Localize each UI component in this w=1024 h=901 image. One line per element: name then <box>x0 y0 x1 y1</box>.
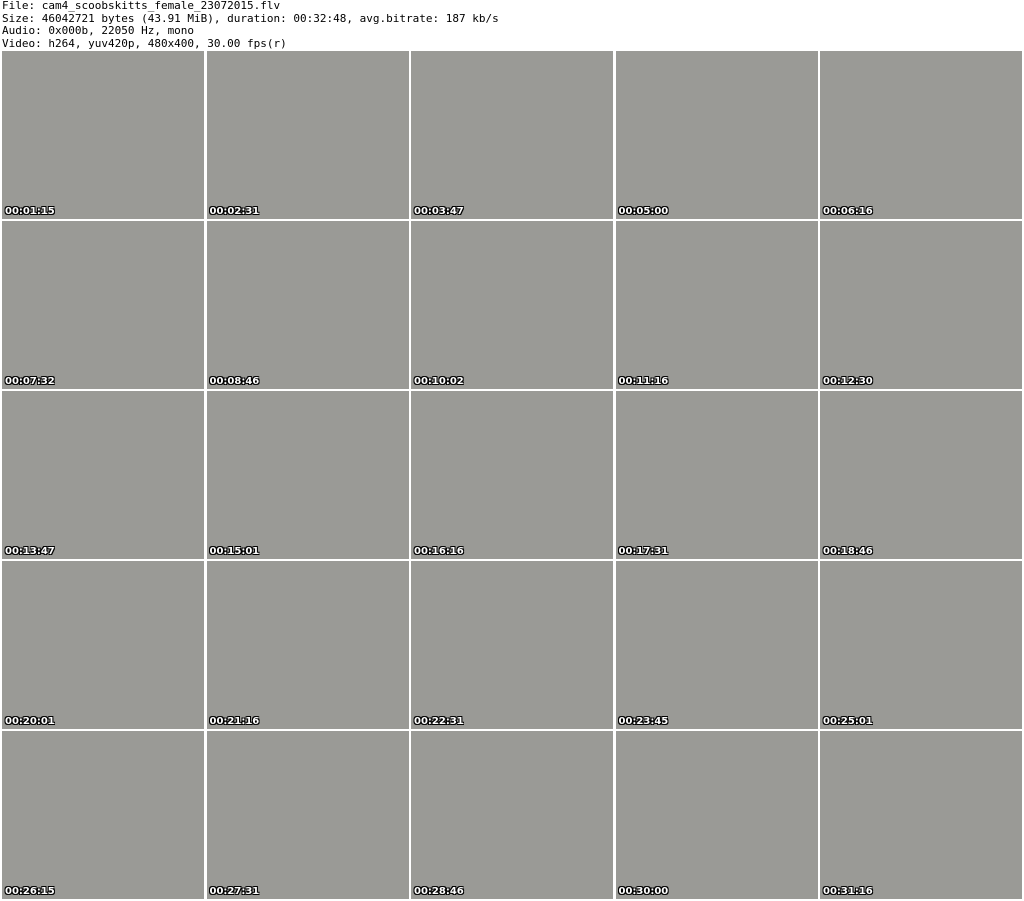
timestamp-label: 00:21:16 <box>209 715 260 727</box>
thumbnail-placeholder: 00:03:47 <box>411 51 613 219</box>
timestamp-label: 00:11:16 <box>618 375 669 387</box>
thumbnail-placeholder: 00:01:15 <box>2 51 204 219</box>
timestamp-label: 00:10:02 <box>414 375 464 387</box>
timestamp-label: 00:07:32 <box>5 375 55 387</box>
timestamp-label: 00:16:16 <box>414 545 464 557</box>
thumbnail-placeholder: 00:21:16 <box>206 561 409 729</box>
thumbnail-placeholder: 00:27:31 <box>206 731 409 899</box>
thumbnail-placeholder: 00:16:16 <box>411 391 613 559</box>
timestamp-label: 00:25:01 <box>823 715 873 727</box>
thumbnail-placeholder: 00:07:32 <box>2 221 204 389</box>
timestamp-label: 00:03:47 <box>414 205 464 217</box>
thumbnail-grid: 00:01:15 00:02:31 00:03:47 00:05:00 00:06:16… <box>0 51 1024 899</box>
thumbnail-placeholder: 00:25:01 <box>820 561 1022 729</box>
timestamp-label: 00:30:00 <box>618 885 669 897</box>
thumbnail-placeholder: 00:26:15 <box>2 731 204 899</box>
thumbnail-placeholder: 00:20:01 <box>2 561 204 729</box>
timestamp-label: 00:13:47 <box>5 545 55 557</box>
timestamp-label: 00:02:31 <box>209 205 260 217</box>
timestamp-label: 00:27:31 <box>209 885 260 897</box>
timestamp-label: 00:05:00 <box>618 205 669 217</box>
thumbnail-placeholder: 00:02:31 <box>206 51 409 219</box>
thumbnail-placeholder: 00:23:45 <box>615 561 818 729</box>
timestamp-label: 00:08:46 <box>209 375 260 387</box>
thumbnail-placeholder: 00:17:31 <box>615 391 818 559</box>
timestamp-label: 00:18:46 <box>823 545 873 557</box>
thumbnail-placeholder: 00:06:16 <box>820 51 1022 219</box>
file-info: File: cam4_scoobskitts_female_23072015.f… <box>2 0 499 50</box>
timestamp-label: 00:31:16 <box>823 885 873 897</box>
thumbnail-placeholder: 00:18:46 <box>820 391 1022 559</box>
thumbnail-placeholder: 00:22:31 <box>411 561 613 729</box>
thumbnail-placeholder: 00:05:00 <box>615 51 818 219</box>
timestamp-label: 00:15:01 <box>209 545 260 557</box>
timestamp-label: 00:22:31 <box>414 715 464 727</box>
timestamp-label: 00:01:15 <box>5 205 55 217</box>
thumbnail-placeholder: 00:28:46 <box>411 731 613 899</box>
thumbnail-placeholder: 00:11:16 <box>615 221 818 389</box>
thumbnail-placeholder: 00:15:01 <box>206 391 409 559</box>
timestamp-label: 00:23:45 <box>618 715 669 727</box>
thumbnail-placeholder: 00:10:02 <box>411 221 613 389</box>
timestamp-label: 00:28:46 <box>414 885 464 897</box>
thumbnail-placeholder: 00:31:16 <box>820 731 1022 899</box>
timestamp-label: 00:17:31 <box>618 545 669 557</box>
timestamp-label: 00:12:30 <box>823 375 873 387</box>
audio-line: Audio: 0x000b, 22050 Hz, mono <box>2 24 195 37</box>
file-line: File: cam4_scoobskitts_female_23072015.f… <box>2 0 281 12</box>
thumbnail-placeholder: 00:30:00 <box>615 731 818 899</box>
timestamp-label: 00:26:15 <box>5 885 55 897</box>
timestamp-label: 00:06:16 <box>823 205 873 217</box>
thumbnail-placeholder: 00:08:46 <box>206 221 409 389</box>
video-line: Video: h264, yuv420p, 480x400, 30.00 fps… <box>2 36 287 50</box>
thumbnail-placeholder: 00:13:47 <box>2 391 204 559</box>
timestamp-label: 00:20:01 <box>5 715 55 727</box>
thumbnail-placeholder: 00:12:30 <box>820 221 1022 389</box>
